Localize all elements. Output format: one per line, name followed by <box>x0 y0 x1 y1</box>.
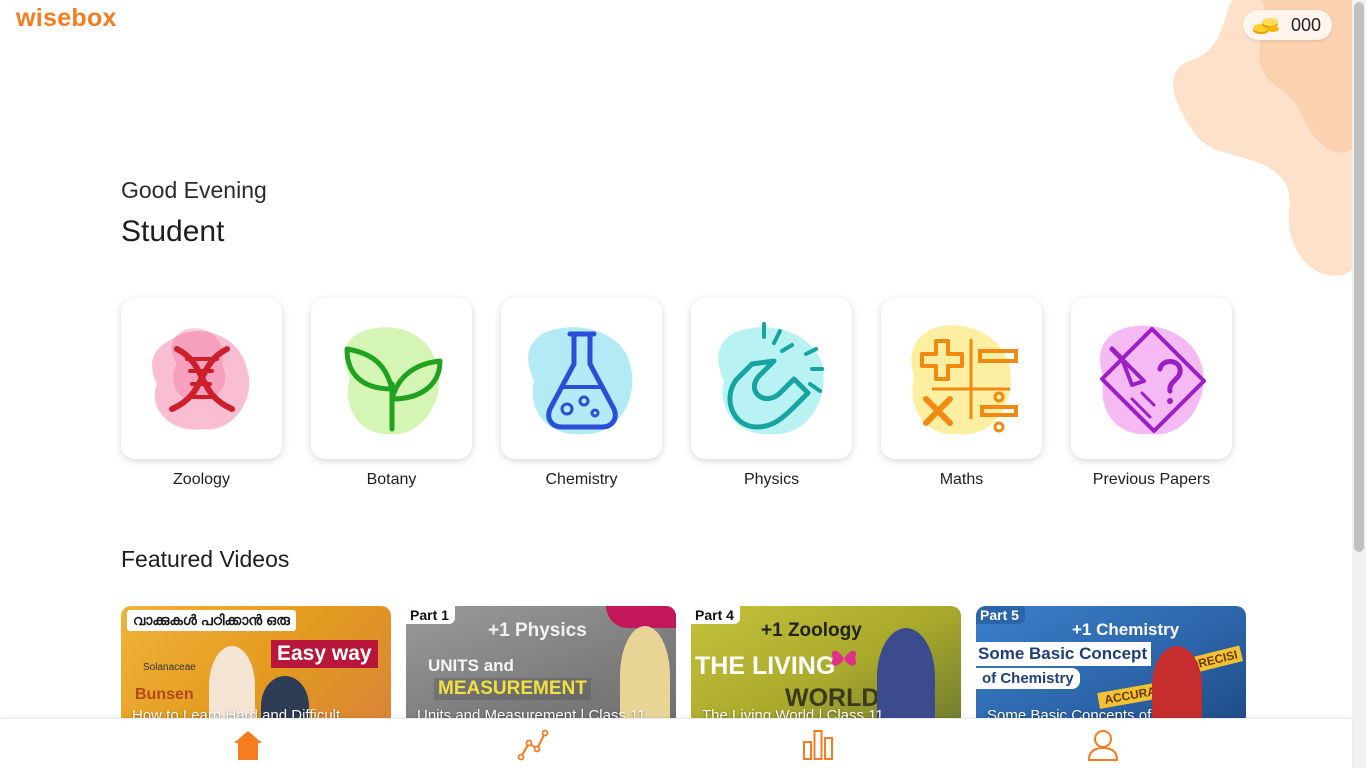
subject-botany[interactable]: Botany <box>311 298 472 489</box>
part-label: Part 1 <box>406 606 455 624</box>
part-label: Part 5 <box>976 606 1025 624</box>
nav-progress[interactable] <box>516 728 550 762</box>
thumbnail-accent <box>606 606 676 628</box>
thumbnail-word: Solanaceae <box>143 662 196 673</box>
subject-label: Previous Papers <box>1092 471 1211 488</box>
subject-label: Zoology <box>173 471 230 488</box>
subject-tag: +1 Zoology <box>761 620 862 641</box>
subject-card[interactable] <box>881 298 1042 459</box>
user-icon <box>1087 730 1119 761</box>
featured-videos-heading: Featured Videos <box>121 546 290 572</box>
math-symbols-icon <box>910 324 1018 434</box>
coins-icon <box>1253 18 1279 34</box>
exam-paper-icon <box>1099 325 1206 434</box>
subject-chemistry[interactable]: Chemistry <box>501 298 662 489</box>
part-label: Part 4 <box>691 606 740 624</box>
bar-chart-icon <box>803 730 833 760</box>
coin-count: 000 <box>1291 14 1322 35</box>
bottom-navigation <box>0 718 1352 768</box>
subject-maths[interactable]: Maths <box>881 298 1042 489</box>
coin-balance[interactable]: 000 <box>1243 10 1332 40</box>
subject-previous-papers[interactable]: Previous Papers <box>1071 298 1232 489</box>
subject-card[interactable] <box>1071 298 1232 459</box>
student-name: Student <box>121 215 225 248</box>
nav-home[interactable] <box>231 728 265 762</box>
subject-zoology[interactable]: Zoology <box>121 298 282 489</box>
subject-label: Maths <box>939 471 984 488</box>
line-chart-icon <box>517 729 549 761</box>
subject-label: Chemistry <box>545 471 618 488</box>
presenter-figure <box>877 628 935 726</box>
page-scrollbar[interactable] <box>1352 0 1366 768</box>
video-card[interactable]: വാക്കുകൾ പഠിക്കാൻ ഒരു Easy way Solanacea… <box>121 606 391 726</box>
video-card[interactable]: Part 4 +1 Zoology THE LIVING WORLD The L… <box>691 606 961 726</box>
thumbnail-word: Bunsen <box>135 686 194 703</box>
thumbnail-heading: വാക്കുകൾ പഠിക്കാൻ ഒരു <box>127 610 296 631</box>
thumbnail-text: of Chemistry <box>976 668 1080 689</box>
greeting-text: Good Evening <box>121 177 267 203</box>
subject-label: Physics <box>743 471 800 488</box>
video-card[interactable]: Part 1 +1 Physics UNITS and MEASUREMENT … <box>406 606 676 726</box>
presenter-figure <box>1152 646 1202 726</box>
scrollbar-thumb[interactable] <box>1354 2 1364 552</box>
subject-label: Botany <box>366 471 417 488</box>
subject-tag: +1 Physics <box>488 620 587 641</box>
home-icon <box>234 731 262 760</box>
thumbnail-text: UNITS and <box>428 656 514 675</box>
top-header: wisebox 000 <box>0 0 1352 44</box>
flask-icon <box>527 326 632 434</box>
subject-tag: +1 Chemistry <box>1072 620 1180 639</box>
thumbnail-text: Some Basic Concept <box>976 642 1152 666</box>
subject-card[interactable] <box>691 298 852 459</box>
wisebox-logo[interactable]: wisebox <box>16 4 117 33</box>
subject-card[interactable] <box>121 298 282 459</box>
thumbnail-text: MEASUREMENT <box>434 678 591 700</box>
plant-icon <box>344 326 442 434</box>
nav-leaderboard[interactable] <box>801 728 835 762</box>
nav-profile[interactable] <box>1086 728 1120 762</box>
video-card[interactable]: Part 5 +1 Chemistry Some Basic Concept o… <box>976 606 1246 726</box>
dna-icon <box>151 327 249 430</box>
butterfly-icon <box>831 650 857 666</box>
thumbnail-badge: Easy way <box>271 640 378 668</box>
subject-physics[interactable]: Physics <box>691 298 852 489</box>
thumbnail-text: THE LIVING <box>695 652 836 680</box>
subject-card[interactable] <box>501 298 662 459</box>
magnet-icon <box>717 321 824 434</box>
subject-card[interactable] <box>311 298 472 459</box>
